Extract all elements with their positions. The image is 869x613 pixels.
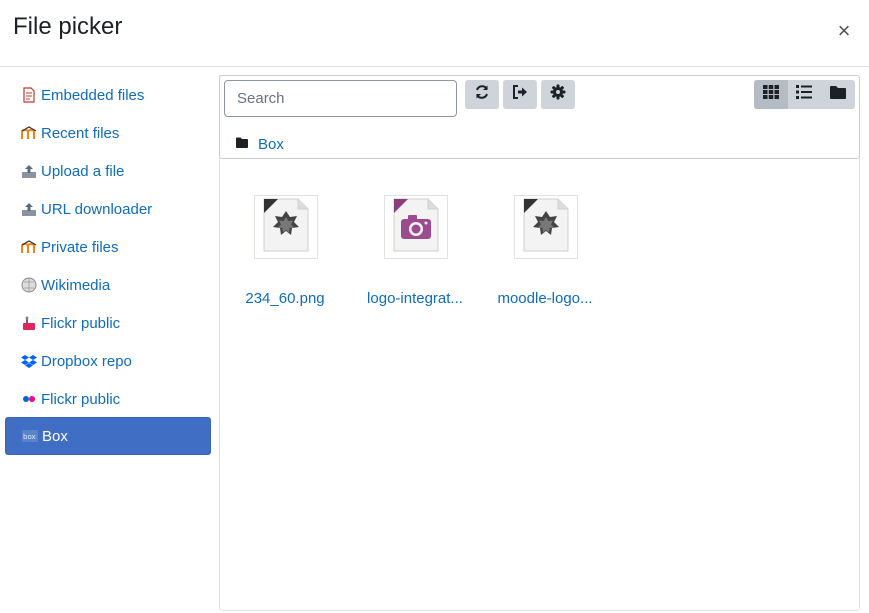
file-thumbnail xyxy=(384,195,448,259)
file-item[interactable]: logo-integrat... xyxy=(350,195,480,310)
refresh-button[interactable] xyxy=(465,80,499,109)
flickr-icon xyxy=(21,391,37,407)
folder-view-icon xyxy=(829,85,846,104)
sidebar-item-upload-file[interactable]: Upload a file xyxy=(5,152,211,190)
sidebar-item-label: Flickr public xyxy=(41,390,121,408)
sidebar-item-label: Dropbox repo xyxy=(41,352,132,370)
refresh-icon xyxy=(474,84,490,105)
grid-view-button[interactable] xyxy=(754,80,788,109)
dropbox-icon xyxy=(21,353,37,369)
breadcrumb: Box xyxy=(236,134,284,154)
image-file-icon xyxy=(520,197,572,258)
sidebar-item-label: Upload a file xyxy=(41,162,125,180)
search-input[interactable] xyxy=(224,80,457,117)
dialog-title: File picker xyxy=(13,13,123,40)
camera-file-icon xyxy=(390,197,442,258)
sidebar-item-label: Box xyxy=(42,427,68,445)
file-item[interactable]: moodle-logo... xyxy=(480,195,610,310)
flickr-public-icon xyxy=(21,315,37,331)
upload-icon xyxy=(21,163,37,179)
list-view-icon xyxy=(796,85,813,104)
file-thumbnail xyxy=(514,195,578,259)
embedded-files-icon xyxy=(21,87,37,103)
sidebar-item-embedded-files[interactable]: Embedded files xyxy=(5,76,211,114)
box-icon: box xyxy=(22,428,38,444)
file-thumbnail xyxy=(254,195,318,259)
logout-button[interactable] xyxy=(503,80,537,109)
sidebar-item-url-downloader[interactable]: URL downloader xyxy=(5,190,211,228)
sidebar-item-dropbox-repo[interactable]: Dropbox repo xyxy=(5,342,211,380)
close-icon[interactable]: × xyxy=(834,20,854,42)
image-file-icon xyxy=(260,197,312,258)
svg-text:box: box xyxy=(23,433,36,441)
sidebar-item-label: Embedded files xyxy=(41,86,145,104)
settings-button[interactable] xyxy=(541,80,575,109)
sidebar-item-flickr-public[interactable]: Flickr public xyxy=(5,304,211,342)
sidebar-item-label: URL downloader xyxy=(41,200,153,218)
logout-icon xyxy=(512,84,528,105)
url-downloader-icon xyxy=(21,201,37,217)
moodle-icon xyxy=(21,125,37,141)
sidebar-item-box[interactable]: box Box xyxy=(5,417,211,455)
sidebar-item-label: Private files xyxy=(41,238,119,256)
folder-icon xyxy=(236,135,248,153)
file-name: 234_60.png xyxy=(245,290,325,307)
sidebar-item-wikimedia[interactable]: Wikimedia xyxy=(5,266,211,304)
sidebar-item-label: Recent files xyxy=(41,124,120,142)
wikimedia-icon xyxy=(21,277,37,293)
sidebar-item-recent-files[interactable]: Recent files xyxy=(5,114,211,152)
moodle-icon xyxy=(21,239,37,255)
dialog-header: File picker × xyxy=(0,0,869,67)
breadcrumb-item-box[interactable]: Box xyxy=(258,136,284,153)
view-mode-group xyxy=(754,80,855,109)
file-item[interactable]: 234_60.png xyxy=(220,195,350,310)
file-name: moodle-logo... xyxy=(497,290,593,307)
list-view-button[interactable] xyxy=(788,80,822,109)
sidebar-item-label: Flickr public xyxy=(41,314,121,332)
file-name: logo-integrat... xyxy=(367,290,463,307)
folder-view-button[interactable] xyxy=(821,80,855,109)
sidebar-item-flickr[interactable]: Flickr public xyxy=(5,380,211,418)
settings-icon xyxy=(550,84,566,105)
sidebar-item-private-files[interactable]: Private files xyxy=(5,228,211,266)
sidebar-item-label: Wikimedia xyxy=(41,276,111,294)
grid-view-icon xyxy=(762,85,779,104)
